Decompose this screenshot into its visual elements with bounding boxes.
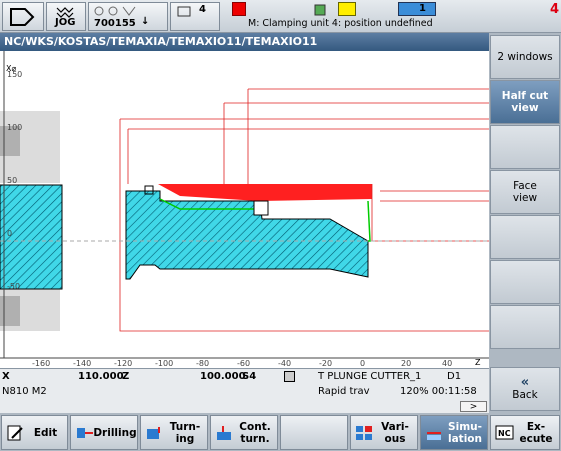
- channel-indicator: 4: [170, 2, 220, 31]
- position-row: X 110.000 Z 100.000 S4 T PLUNGE CUTTER_1…: [0, 371, 489, 383]
- softkey-empty-6[interactable]: [490, 260, 560, 304]
- back-label: Back: [512, 389, 538, 401]
- channel-icon: [177, 6, 191, 17]
- status-right-number: 1: [419, 3, 426, 14]
- various-icon: [356, 426, 372, 440]
- x-tick-label: 20: [401, 359, 411, 368]
- softkey-empty-5[interactable]: [490, 215, 560, 259]
- simulation-icon: [427, 432, 441, 440]
- simulation-button[interactable]: Simu- lation: [420, 415, 488, 450]
- program-indicator: 700155 ↓: [88, 2, 168, 31]
- down-arrow-icon: ↓: [141, 16, 150, 27]
- axis1-value: 110.000: [78, 371, 124, 382]
- softkey-half-cut-view[interactable]: Half cut view: [490, 80, 560, 124]
- axis2-value: 100.000: [200, 371, 246, 382]
- alarm-icon: [232, 2, 246, 16]
- x-tick-label: 0: [360, 359, 365, 368]
- jog-icon: [56, 7, 74, 18]
- drilling-icon: [77, 428, 93, 438]
- softkey-empty-7[interactable]: [490, 305, 560, 349]
- drilling-label: Drilling: [93, 426, 137, 439]
- x-tick-label: -120: [114, 359, 132, 368]
- edit-icon: [7, 425, 23, 441]
- various-label: Vari- ous: [381, 420, 409, 445]
- channel-number: 4: [199, 4, 206, 15]
- y-tick-label: -50: [7, 282, 20, 291]
- axis1-label: X: [2, 371, 10, 382]
- contour-turning-button[interactable]: Cont. turn.: [210, 415, 278, 450]
- tool-offset: D1: [447, 371, 462, 382]
- z-axis-label: Z: [475, 358, 481, 367]
- x-tick-label: -20: [319, 359, 332, 368]
- x-tick-label: -100: [155, 359, 173, 368]
- y-tick-label: 0: [7, 229, 12, 238]
- execute-button[interactable]: NC Ex- ecute: [490, 415, 560, 450]
- drilling-button[interactable]: Drilling: [70, 415, 138, 450]
- vertical-softkeys: 2 windows Half cut view Face view « Back: [489, 33, 561, 413]
- override-time: 120% 00:11:58: [400, 386, 477, 397]
- mode-label: JOG: [55, 17, 76, 28]
- empty-softkey[interactable]: [280, 415, 348, 450]
- y-tick-label: 150: [7, 70, 22, 79]
- status-right-badge: 1: [398, 2, 436, 16]
- x-tick-label: -80: [196, 359, 209, 368]
- back-chevron-icon: «: [520, 375, 530, 390]
- softkey-face-view[interactable]: Face view: [490, 170, 560, 214]
- edit-label: Edit: [33, 426, 58, 439]
- block-row: N810 M2 Rapid trav 120% 00:11:58: [0, 386, 489, 398]
- cutting-tool: [253, 200, 269, 216]
- program-status-icons: [94, 6, 136, 16]
- status-header: JOG 700155 ↓ 4 M: Clamping unit 4: posit…: [0, 0, 561, 33]
- contour-turning-icon: [217, 426, 231, 440]
- simulation-label: Simu- lation: [448, 420, 482, 445]
- status-count: 4: [549, 2, 559, 17]
- horizontal-softkeys: Edit Drilling Turn- ing Cont. turn. Vari…: [0, 413, 561, 451]
- spindle-state-icon: [284, 371, 295, 382]
- current-block: N810 M2: [2, 386, 47, 397]
- spindle-label: S4: [242, 371, 257, 382]
- program-path: NC/WKS/KOSTAS/TEMAXIA/TEMAXIO11/TEMAXIO1…: [0, 33, 489, 51]
- feed-mode: Rapid trav: [318, 386, 370, 397]
- warning-icon: [338, 2, 356, 16]
- status-flag-icon: [312, 2, 328, 16]
- execute-label: Ex- ecute: [519, 420, 553, 445]
- x-tick-label: 40: [442, 359, 452, 368]
- machine-button[interactable]: [2, 2, 44, 31]
- x-tick-label: -60: [237, 359, 250, 368]
- turning-icon: [147, 427, 160, 439]
- edit-button[interactable]: Edit: [1, 415, 68, 450]
- tool-name: T PLUNGE CUTTER_1: [318, 371, 422, 382]
- program-number: 700155: [94, 18, 136, 29]
- x-tick-label: -140: [73, 359, 91, 368]
- tool-path-material: [158, 184, 372, 201]
- workpiece: [125, 190, 369, 280]
- back-button[interactable]: « Back: [490, 367, 560, 411]
- softkey-2-windows[interactable]: 2 windows: [490, 35, 560, 79]
- contour-turning-label: Cont. turn.: [239, 420, 271, 445]
- status-info-panel: X 110.000 Z 100.000 S4 T PLUNGE CUTTER_1…: [0, 368, 489, 413]
- various-button[interactable]: Vari- ous: [350, 415, 418, 450]
- y-tick-label: 100: [7, 123, 22, 132]
- turning-label: Turn- ing: [169, 420, 201, 445]
- softkey-empty-3[interactable]: [490, 125, 560, 169]
- y-tick-label: 50: [7, 176, 17, 185]
- svg-text:NC: NC: [498, 429, 511, 438]
- machine-area-icon: [10, 8, 35, 26]
- x-tick-label: -40: [278, 359, 291, 368]
- axis2-label: Z: [122, 371, 130, 382]
- mode-indicator: JOG: [46, 2, 86, 31]
- alarm-text: M: Clamping unit 4: position undefined: [248, 18, 433, 29]
- x-tick-label: -160: [32, 359, 50, 368]
- simulation-view[interactable]: Z X⌀ -160 -140 -120 -100 -80 -60 -40 -20 0 20 40 1…: [0, 51, 489, 368]
- simulation-canvas: Z X⌀ -160 -140 -120 -100 -80 -60 -40 -20 0 20 40 1…: [0, 51, 489, 368]
- nc-execute-icon: NC: [495, 425, 514, 440]
- more-button[interactable]: >: [460, 401, 487, 412]
- turning-button[interactable]: Turn- ing: [140, 415, 208, 450]
